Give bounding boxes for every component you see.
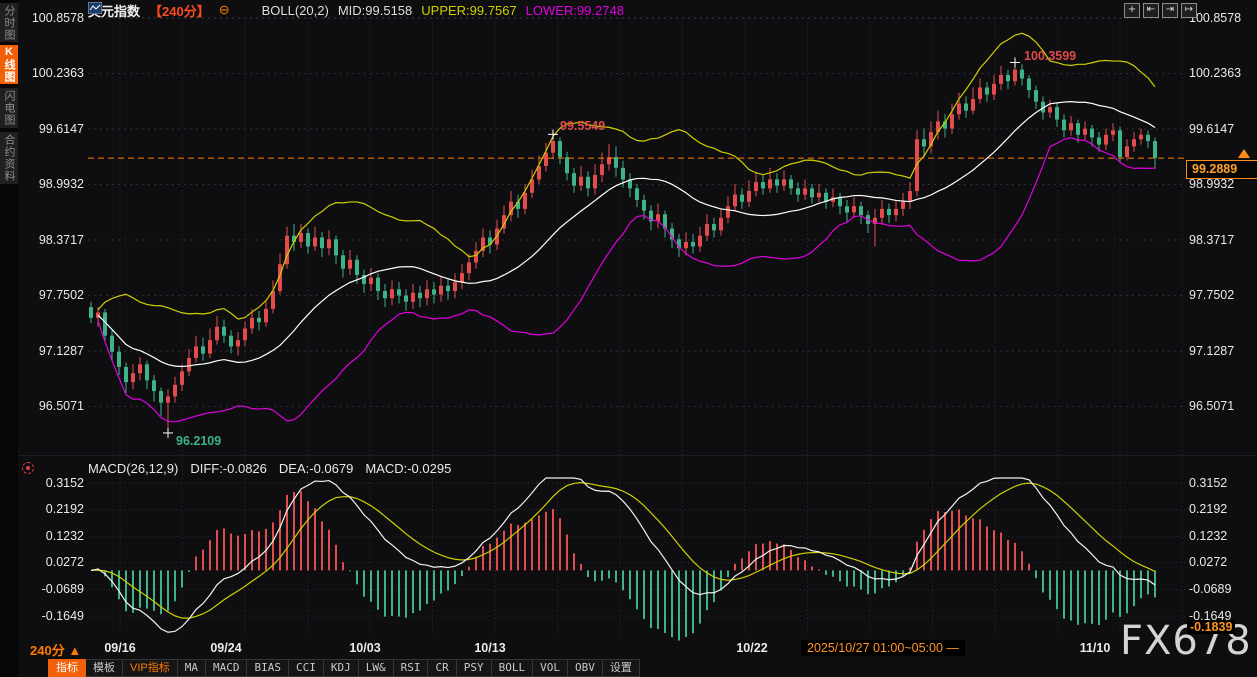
collapse-indicator-icon[interactable]: ⊖ (219, 2, 230, 18)
date-label: 09/16 (104, 641, 136, 655)
crosshair-tool-icon[interactable]: + (1124, 3, 1140, 18)
period-selector-label: 240分 (30, 643, 65, 658)
window-tool-icons: + ⇤ ⇥ ↦ (1124, 3, 1197, 18)
toolbar-item-macd[interactable]: MACD (205, 659, 248, 677)
macd-current-tag: -0.1839 (1187, 620, 1236, 634)
toolbar-item-vip[interactable]: VIP指标 (123, 659, 178, 677)
chart-type-sidebar: 分时图 K线图闪电图合约资料 (0, 0, 18, 677)
toolbar-item-[interactable]: 设置 (602, 659, 640, 677)
macd-dea-value: DEA:-0.0679 (278, 461, 354, 476)
kline-chart-canvas[interactable] (0, 0, 1257, 677)
sidebar-tab-fenshitu[interactable]: 分时图 (0, 3, 18, 42)
sidebar-tab-heyueziliao[interactable]: 合约资料 (0, 132, 18, 184)
toolbar-item-cr[interactable]: CR (428, 659, 457, 677)
expand-x-icon[interactable]: ⇥ (1162, 3, 1178, 18)
toolbar-item-cci[interactable]: CCI (288, 659, 324, 677)
alert-dot-icon[interactable] (22, 462, 34, 474)
peak-annotation: 100.3599 (1024, 49, 1077, 63)
period-label: 【240分】 (149, 3, 210, 19)
toolbar-item-kdj[interactable]: KDJ (323, 659, 359, 677)
toolbar-item-ma[interactable]: MA (177, 659, 206, 677)
date-label: 10/03 (349, 641, 381, 655)
date-label: 10/13 (474, 641, 506, 655)
date-label: 09/24 (210, 641, 242, 655)
toolbar-item-psy[interactable]: PSY (456, 659, 492, 677)
toolbar-item-boll[interactable]: BOLL (491, 659, 534, 677)
toolbar-item-lw[interactable]: LW& (358, 659, 394, 677)
date-label: 11/10 (1079, 641, 1111, 655)
high-annotation: 99.5549 (560, 119, 606, 133)
chart-header: 美元指数 【240分】 ⊖ BOLL(20,2) MID:99.5158 UPP… (88, 2, 624, 19)
boll-mid-value: MID:99.5158 (337, 2, 413, 18)
macd-header: MACD(26,12,9) DIFF:-0.0826 DEA:-0.0679 M… (88, 461, 451, 476)
shift-right-icon[interactable]: ↦ (1181, 3, 1197, 18)
kline-app-window: 分时图 K线图闪电图合约资料 美元指数 【240分】 ⊖ BOLL(20,2) M… (0, 0, 1257, 677)
price-marker-icon (1238, 149, 1250, 158)
selected-candle-time: 2025/10/27 01:00~05:00 — (801, 640, 965, 656)
boll-lower-value: LOWER:99.2748 (525, 2, 624, 18)
period-selector[interactable]: 240分 ▲ (30, 640, 81, 659)
compress-x-icon[interactable]: ⇤ (1143, 3, 1159, 18)
indicator-toolbar: 指标 模板 VIP指标 MA MACD BIAS CCI KDJ LW& RSI CR PSY BOLL… (48, 659, 640, 677)
toolbar-item-[interactable]: 指标 (48, 659, 86, 677)
macd-diff-value: DIFF:-0.0826 (190, 461, 267, 476)
low-annotation: 96.2109 (176, 434, 222, 448)
boll-upper-value: UPPER:99.7567 (421, 2, 517, 18)
macd-macd-value: MACD:-0.0295 (365, 461, 452, 476)
boll-label: BOLL(20,2) (261, 2, 329, 18)
macd-title: MACD(26,12,9) (88, 461, 179, 476)
period-arrow-icon: ▲ (68, 643, 82, 658)
time-axis: 240分 ▲ 2025/10/27 01:00~05:00 — 09/16 09/… (0, 640, 1257, 659)
toolbar-item-vol[interactable]: VOL (533, 659, 568, 677)
toolbar-item-obv[interactable]: OBV (567, 659, 603, 677)
sidebar-tab-kxiantu[interactable]: K线图 (0, 45, 18, 84)
toolbar-item-rsi[interactable]: RSI (393, 659, 429, 677)
toolbar-item-[interactable]: 模板 (86, 659, 123, 677)
sidebar-tab-shandiantu[interactable]: 闪电图 (0, 88, 18, 128)
current-price-tag: 99.2889 (1186, 160, 1257, 179)
date-label: 10/22 (736, 641, 768, 655)
boll-indicator-icon (88, 2, 253, 16)
toolbar-item-bias[interactable]: BIAS (247, 659, 289, 677)
